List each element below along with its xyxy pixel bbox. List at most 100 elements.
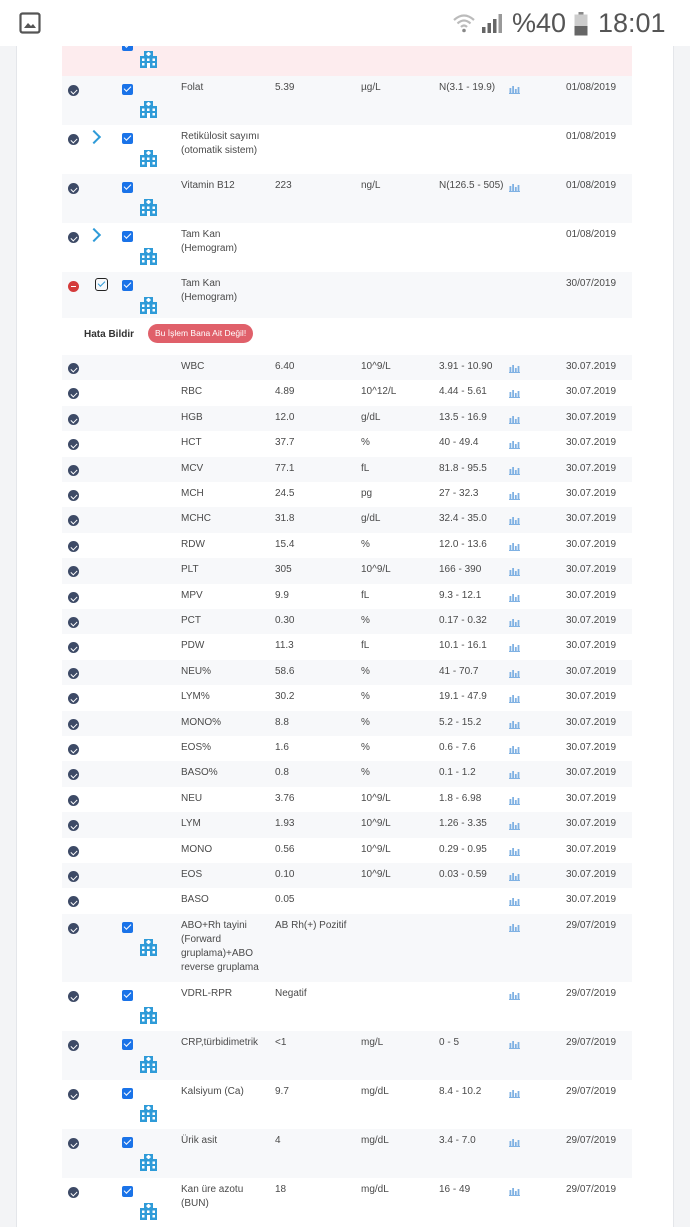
expand-info-icon[interactable] <box>68 667 79 679</box>
expand-info-icon[interactable] <box>68 540 79 552</box>
row-checkbox[interactable] <box>122 84 133 95</box>
chart-icon[interactable] <box>509 542 520 551</box>
expand-info-icon[interactable] <box>68 896 79 908</box>
test-date: 01/08/2019 <box>566 229 617 240</box>
row-checkbox[interactable] <box>122 1039 133 1050</box>
table-row: Kan üre azotu (BUN) 18 mg/dL 16 - 49 29/07/2… <box>62 1178 632 1227</box>
row-checkbox[interactable] <box>122 1186 133 1197</box>
chart-icon[interactable] <box>509 991 520 1000</box>
not-mine-button[interactable]: Bu İşlem Bana Ait Değil! <box>148 324 254 343</box>
chart-icon[interactable] <box>509 847 520 856</box>
chart-icon[interactable] <box>509 85 520 94</box>
expand-info-icon[interactable] <box>68 845 79 857</box>
chart-icon[interactable] <box>509 720 520 729</box>
test-unit: fL <box>361 589 370 601</box>
row-checkbox[interactable] <box>122 182 133 193</box>
chart-icon[interactable] <box>509 1138 520 1147</box>
chart-icon[interactable] <box>509 1187 520 1196</box>
chart-icon[interactable] <box>509 516 520 525</box>
test-reference: 5.2 - 15.2 <box>439 716 482 728</box>
expand-info-icon[interactable] <box>68 1138 79 1149</box>
expand-info-icon[interactable] <box>68 464 79 476</box>
chart-icon[interactable] <box>509 618 520 627</box>
expand-info-icon[interactable] <box>68 490 79 501</box>
test-reference: N(126.5 - 505) <box>439 180 504 191</box>
expand-info-icon[interactable] <box>68 769 79 781</box>
expand-info-icon[interactable] <box>68 515 79 527</box>
test-reference: 0 - 5 <box>439 1037 460 1048</box>
chart-icon[interactable] <box>509 593 520 602</box>
expand-info-icon[interactable] <box>68 134 79 145</box>
test-date: 30.07.2019 <box>566 716 617 728</box>
expand-info-icon[interactable] <box>68 363 79 374</box>
chart-icon[interactable] <box>509 796 520 805</box>
row-checkbox[interactable] <box>122 1137 133 1148</box>
chevron-right-icon[interactable] <box>86 129 102 145</box>
expand-info-icon[interactable] <box>68 744 79 755</box>
row-checkbox[interactable] <box>122 922 133 933</box>
test-reference: 41 - 70.7 <box>439 665 479 677</box>
chart-icon[interactable] <box>509 669 520 678</box>
expand-info-icon[interactable] <box>68 1040 79 1051</box>
expand-info-icon[interactable] <box>68 232 79 243</box>
expand-info-icon[interactable] <box>68 617 79 628</box>
expand-info-icon[interactable] <box>68 413 79 425</box>
chart-icon[interactable] <box>509 694 520 703</box>
chart-icon[interactable] <box>509 643 520 652</box>
test-name: Kalsiyum (Ca) <box>181 1086 244 1097</box>
expand-info-icon[interactable] <box>68 183 79 194</box>
expand-info-icon[interactable] <box>68 591 79 603</box>
hospital-icon <box>139 938 158 957</box>
test-reference: N(3.1 - 19.9) <box>439 82 496 93</box>
chart-icon[interactable] <box>509 1040 520 1049</box>
table-row: Folat 5.39 µg/L N(3.1 - 19.9) 01/08/2019 <box>62 76 632 125</box>
expand-info-icon[interactable] <box>68 566 79 578</box>
chart-icon[interactable] <box>509 923 520 932</box>
table-row: Ürik asit 4 mg/dL 3.4 - 7.0 29/07/2019 <box>62 1129 632 1178</box>
chart-icon[interactable] <box>509 872 520 881</box>
chart-icon[interactable] <box>509 897 520 906</box>
chart-icon[interactable] <box>509 567 520 576</box>
expand-info-icon[interactable] <box>68 794 79 806</box>
expand-info-icon[interactable] <box>68 820 79 832</box>
test-value: 77.1 <box>275 462 295 474</box>
row-checkbox[interactable] <box>122 990 133 1001</box>
row-checkbox[interactable] <box>122 231 133 242</box>
chart-icon[interactable] <box>509 770 520 779</box>
chart-icon[interactable] <box>509 389 520 398</box>
test-name: EOS% <box>181 742 212 753</box>
chart-icon[interactable] <box>509 415 520 424</box>
chart-icon[interactable] <box>509 821 520 830</box>
row-checkbox[interactable] <box>122 46 133 51</box>
chart-icon[interactable] <box>509 183 520 192</box>
chevron-right-icon[interactable] <box>86 227 102 243</box>
chart-icon[interactable] <box>509 491 520 500</box>
test-value: 24.5 <box>275 488 295 499</box>
row-checkbox[interactable] <box>122 280 133 291</box>
expand-info-icon[interactable] <box>68 991 79 1002</box>
expand-info-icon[interactable] <box>68 439 79 451</box>
edit-icon[interactable] <box>95 278 108 291</box>
test-unit: % <box>361 665 370 677</box>
chart-icon[interactable] <box>509 1089 520 1098</box>
expand-info-icon[interactable] <box>68 923 79 934</box>
chart-icon[interactable] <box>509 466 520 475</box>
test-unit: 10^9/L <box>361 792 391 804</box>
expand-info-icon[interactable] <box>68 871 79 882</box>
row-checkbox[interactable] <box>122 1088 133 1099</box>
chart-icon[interactable] <box>509 364 520 373</box>
test-value: 31.8 <box>275 513 295 525</box>
expand-info-icon[interactable] <box>68 642 79 654</box>
expand-info-icon[interactable] <box>68 388 79 400</box>
expand-info-icon[interactable] <box>68 85 79 96</box>
expand-info-icon[interactable] <box>68 718 79 730</box>
row-checkbox[interactable] <box>122 133 133 144</box>
test-value: 4 <box>275 1135 281 1146</box>
expand-info-icon[interactable] <box>68 1089 79 1100</box>
expand-info-icon[interactable] <box>68 1187 79 1198</box>
test-date: 30.07.2019 <box>566 437 617 449</box>
chart-icon[interactable] <box>509 745 520 754</box>
expand-info-icon[interactable] <box>68 693 79 705</box>
collapse-icon[interactable] <box>68 281 79 292</box>
chart-icon[interactable] <box>509 440 520 449</box>
